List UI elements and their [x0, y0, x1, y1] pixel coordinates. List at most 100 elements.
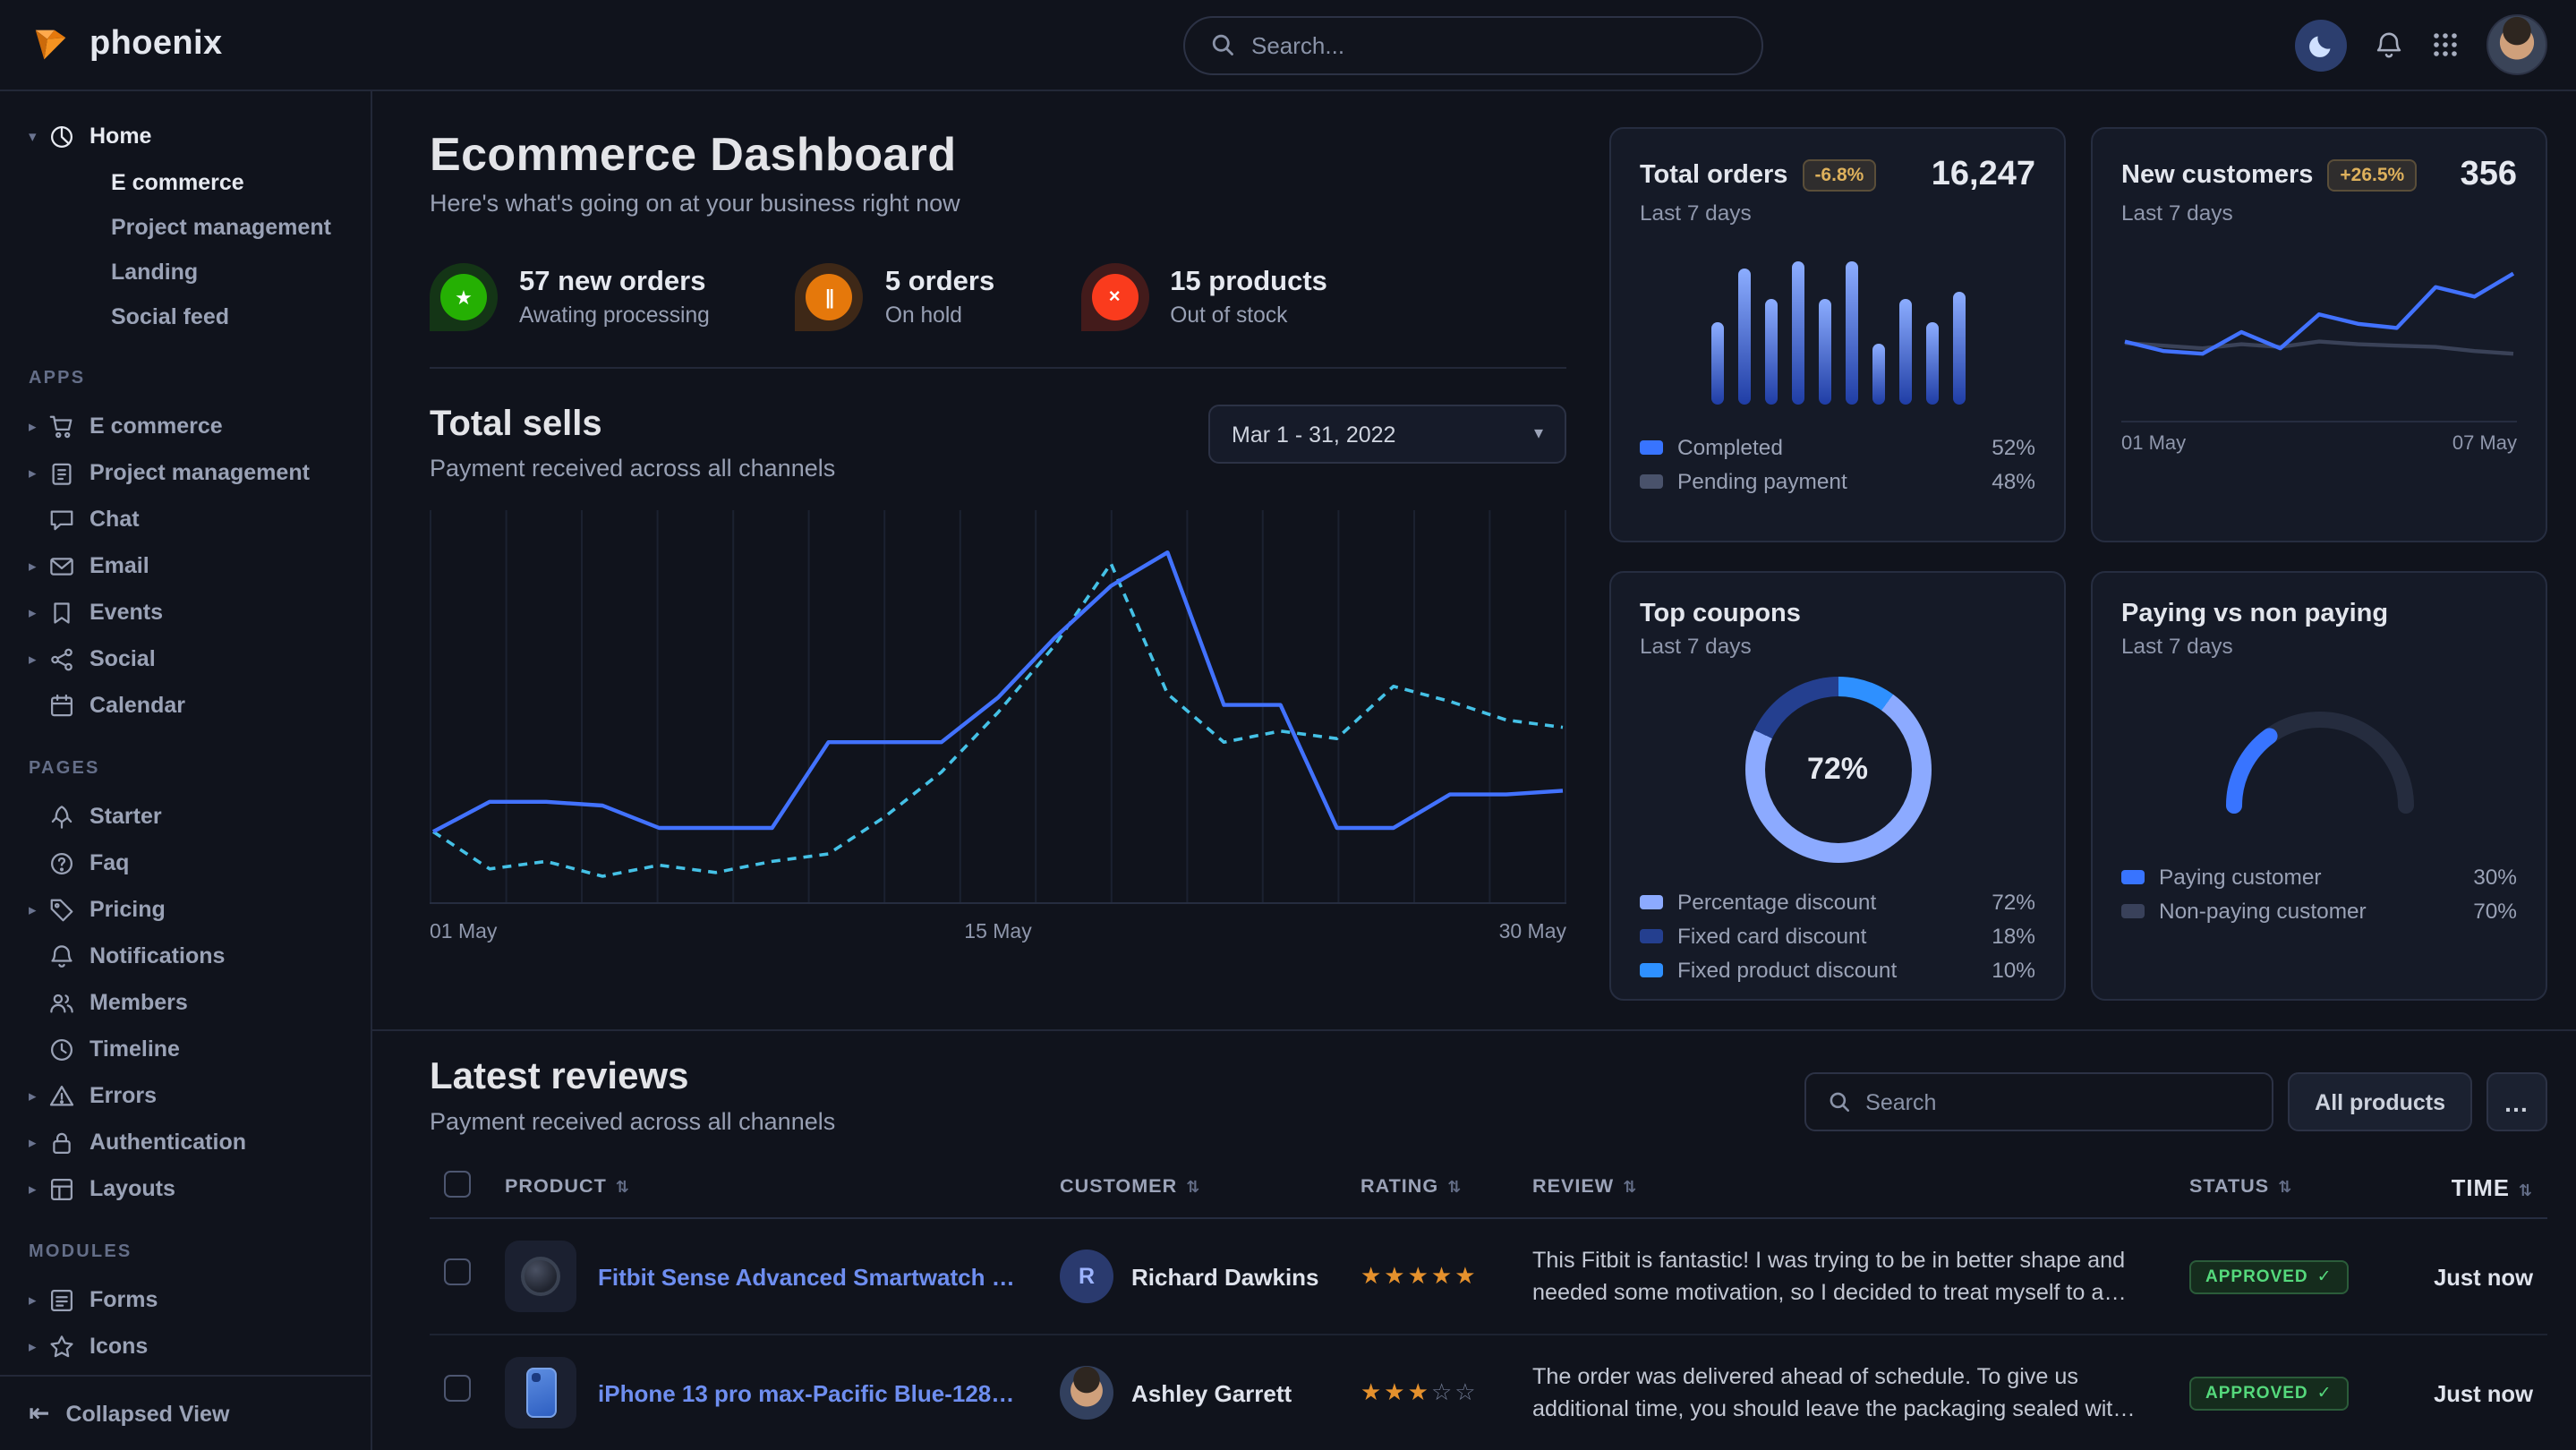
legend-item: Pending payment48%	[1640, 464, 2035, 498]
x-axis-label: 07 May	[2452, 433, 2517, 455]
column-header-customer[interactable]: CUSTOMER⇅	[1045, 1156, 1346, 1218]
review-text: The order was delivered ahead of schedul…	[1532, 1360, 2161, 1426]
rocket-icon	[48, 803, 77, 830]
sidebar-item-label: Errors	[90, 1083, 157, 1108]
bar	[1898, 299, 1911, 405]
stat-value: 5 orders	[885, 267, 994, 299]
brand[interactable]: phoenix	[29, 21, 223, 68]
sidebar-item-starter[interactable]: Starter	[21, 793, 356, 840]
sidebar-item-notifications[interactable]: Notifications	[21, 933, 356, 979]
sidebar-item-label: Icons	[90, 1334, 148, 1359]
paying-gauge-chart	[2121, 698, 2517, 816]
apps-menu-button[interactable]	[2431, 30, 2460, 59]
bar	[1925, 322, 1938, 405]
flag-icon	[48, 599, 77, 626]
reviews-search[interactable]	[1804, 1072, 2273, 1131]
product-link[interactable]: Fitbit Sense Advanced Smartwatch with To…	[598, 1263, 1031, 1290]
column-header-time[interactable]: TIME⇅	[2390, 1156, 2547, 1218]
legend-label: Completed	[1677, 434, 1783, 459]
sort-icon: ⇅	[1623, 1178, 1637, 1196]
sidebar-item-label: E commerce	[90, 414, 223, 439]
row-checkbox[interactable]	[444, 1375, 471, 1402]
sidebar-item-project-management[interactable]: ▸Project management	[21, 449, 356, 496]
sidebar-item-label: Events	[90, 600, 163, 625]
sidebar-item-calendar[interactable]: Calendar	[21, 682, 356, 729]
sort-icon: ⇅	[2519, 1181, 2533, 1198]
bar	[1764, 299, 1777, 405]
card-title: Top coupons	[1640, 600, 1801, 628]
new-customers-chart	[2121, 251, 2517, 417]
sidebar-item-e-commerce[interactable]: E commerce	[21, 159, 356, 204]
lock-icon	[48, 1129, 77, 1156]
star-icon: ★	[430, 263, 498, 331]
bar	[1845, 261, 1857, 405]
customer-avatar: R	[1060, 1250, 1113, 1303]
legend-value: 70%	[2473, 898, 2517, 923]
sidebar-item-members[interactable]: Members	[21, 979, 356, 1026]
sidebar-item-layouts[interactable]: ▸Layouts	[21, 1165, 356, 1212]
sidebar-item-errors[interactable]: ▸Errors	[21, 1072, 356, 1119]
reviews-search-input[interactable]	[1865, 1089, 2250, 1114]
select-all-checkbox[interactable]	[444, 1171, 471, 1198]
stat-item-2: ×15 productsOut of stock	[1080, 263, 1327, 331]
navbar-search[interactable]	[1183, 15, 1763, 74]
sidebar-item-events[interactable]: ▸Events	[21, 589, 356, 635]
kpi-cards: Total orders -6.8% 16,247 Last 7 days Co…	[1609, 127, 2547, 1001]
notifications-button[interactable]	[2374, 30, 2404, 60]
all-products-button[interactable]: All products	[2288, 1072, 2472, 1131]
bar	[1952, 292, 1965, 405]
sidebar-item-chat[interactable]: Chat	[21, 496, 356, 542]
app: phoenix	[0, 0, 2576, 1450]
users-icon	[48, 989, 77, 1016]
customer-name: Ashley Garrett	[1131, 1379, 1292, 1406]
stat-caption: Out of stock	[1170, 303, 1327, 328]
sidebar-item-forms[interactable]: ▸Forms	[21, 1276, 356, 1323]
sidebar-item-label: Faq	[90, 850, 129, 875]
sidebar-item-icons[interactable]: ▸Icons	[21, 1323, 356, 1369]
column-header-status[interactable]: STATUS⇅	[2175, 1156, 2390, 1218]
sidebar-item-label: Timeline	[90, 1036, 180, 1062]
x-axis-label: 01 May	[2121, 433, 2186, 455]
sidebar-item-landing[interactable]: Landing	[21, 249, 356, 294]
user-avatar[interactable]	[2486, 14, 2547, 75]
sidebar-item-e-commerce[interactable]: ▸ E commerce	[21, 403, 356, 449]
legend-item: Percentage discount72%	[1640, 884, 2035, 918]
collapsed-view-button[interactable]: ⇤ Collapsed View	[0, 1375, 371, 1450]
chevron-right-icon: ▸	[29, 1290, 48, 1309]
column-header-review[interactable]: REVIEW⇅	[1518, 1156, 2175, 1218]
x-axis-label: 01 May	[430, 922, 497, 943]
theme-toggle-button[interactable]	[2295, 19, 2347, 71]
main-content: Ecommerce Dashboard Here's what's going …	[372, 91, 2576, 1450]
sidebar-item-timeline[interactable]: Timeline	[21, 1026, 356, 1072]
sidebar-item-label: Chat	[90, 507, 140, 532]
product-link[interactable]: iPhone 13 pro max-Pacific Blue-128GB sto…	[598, 1379, 1031, 1406]
column-header-rating[interactable]: RATING⇅	[1346, 1156, 1518, 1218]
date-range-select[interactable]: Mar 1 - 31, 2022 ▾	[1208, 405, 1566, 464]
search-input[interactable]	[1251, 31, 1736, 58]
sidebar-item-home[interactable]: ▾Home	[21, 113, 356, 159]
sidebar-item-pricing[interactable]: ▸Pricing	[21, 886, 356, 933]
orders-bar-chart	[1640, 254, 2035, 405]
chevron-right-icon: ▸	[29, 416, 48, 436]
review-time: Just now	[2390, 1335, 2547, 1450]
total-sells-subtitle: Payment received across all channels	[430, 455, 835, 482]
legend-value: 52%	[1992, 434, 2035, 459]
row-checkbox[interactable]	[444, 1258, 471, 1285]
sidebar-item-label: Members	[90, 990, 188, 1015]
dashboard-left-column: Ecommerce Dashboard Here's what's going …	[430, 127, 1566, 1001]
coupons-donut-chart: 72%	[1744, 677, 1931, 863]
bar	[1872, 345, 1884, 405]
new-customers-card: New customers +26.5% 356 Last 7 days 01 …	[2091, 127, 2547, 542]
review-time: Just now	[2390, 1218, 2547, 1335]
column-header-product[interactable]: PRODUCT⇅	[490, 1156, 1045, 1218]
sidebar-item-email[interactable]: ▸Email	[21, 542, 356, 589]
bell-icon	[48, 942, 77, 969]
sidebar-item-project-management[interactable]: Project management	[21, 204, 356, 249]
sidebar-item-social-feed[interactable]: Social feed	[21, 294, 356, 338]
sidebar-item-faq[interactable]: Faq	[21, 840, 356, 886]
sidebar-item-authentication[interactable]: ▸Authentication	[21, 1119, 356, 1165]
more-options-button[interactable]: …	[2486, 1072, 2547, 1131]
sidebar-item-social[interactable]: ▸Social	[21, 635, 356, 682]
trend-badge: +26.5%	[2327, 159, 2417, 192]
search-icon	[1210, 32, 1235, 57]
